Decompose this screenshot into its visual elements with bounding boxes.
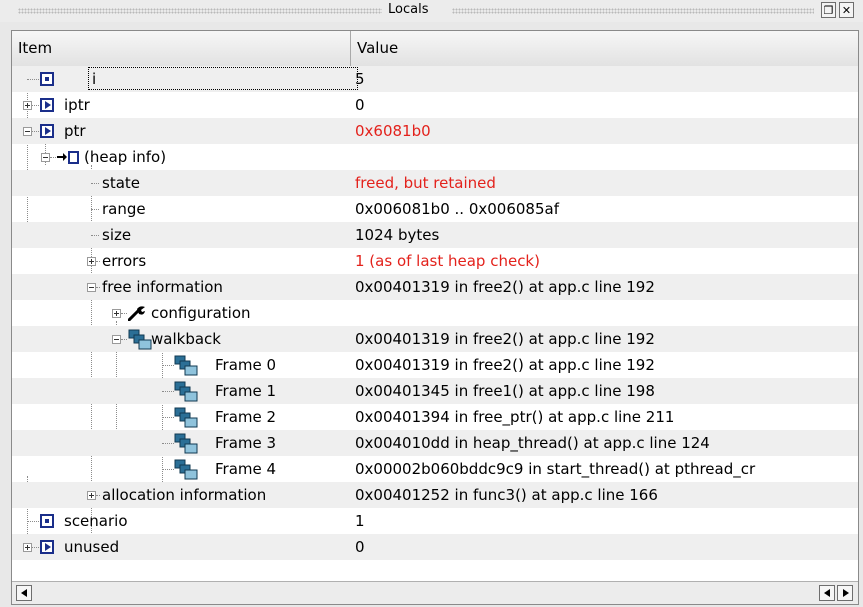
row-value: 1 bbox=[355, 512, 365, 530]
pointer-icon bbox=[40, 98, 54, 112]
tree-row-errors[interactable]: errors 1 (as of last heap check) bbox=[12, 248, 858, 274]
variable-icon bbox=[40, 72, 54, 86]
row-value: 0x00401319 in free2() at app.c line 192 bbox=[355, 330, 655, 348]
tree-row-frame-3[interactable]: Frame 3 0x004010dd in heap_thread() at a… bbox=[12, 430, 858, 456]
tree-row-frame-2[interactable]: Frame 2 0x00401394 in free_ptr() at app.… bbox=[12, 404, 858, 430]
tree-row-frame-1[interactable]: Frame 1 0x00401345 in free1() at app.c l… bbox=[12, 378, 858, 404]
row-label: walkback bbox=[151, 330, 221, 348]
variable-icon bbox=[40, 514, 54, 528]
tree-row-ptr[interactable]: ptr 0x6081b0 bbox=[12, 118, 858, 144]
horizontal-scrollbar[interactable] bbox=[12, 581, 858, 604]
tree-row-configuration[interactable]: configuration bbox=[12, 300, 858, 326]
expand-icon[interactable] bbox=[23, 543, 32, 552]
row-value: 0x00401319 in free2() at app.c line 192 bbox=[355, 356, 655, 374]
tree-row-walkback[interactable]: walkback 0x00401319 in free2() at app.c … bbox=[12, 326, 858, 352]
collapse-icon[interactable] bbox=[41, 153, 50, 162]
column-header: Item Value bbox=[12, 31, 858, 67]
collapse-icon[interactable] bbox=[87, 283, 96, 292]
row-value: freed, but retained bbox=[355, 174, 496, 192]
title-grip-right bbox=[452, 8, 814, 14]
tree-row-free-information[interactable]: free information 0x00401319 in free2() a… bbox=[12, 274, 858, 300]
row-label: size bbox=[102, 226, 132, 244]
row-label: Frame 3 bbox=[215, 434, 277, 452]
title-grip-left bbox=[18, 8, 382, 14]
focus-rect bbox=[88, 67, 358, 90]
scroll-right-icon[interactable] bbox=[837, 585, 853, 601]
float-button[interactable]: ❐ bbox=[821, 2, 836, 18]
pointer-icon bbox=[40, 124, 54, 138]
row-label: scenario bbox=[64, 512, 128, 530]
row-label: range bbox=[102, 200, 146, 218]
tree-row-range[interactable]: range 0x006081b0 .. 0x006085af bbox=[12, 196, 858, 222]
column-header-item[interactable]: Item bbox=[12, 31, 350, 66]
row-label: configuration bbox=[151, 304, 251, 322]
row-value: 0x006081b0 .. 0x006085af bbox=[355, 200, 559, 218]
row-label: allocation information bbox=[102, 486, 267, 504]
row-label: iptr bbox=[64, 96, 90, 114]
expand-icon[interactable] bbox=[23, 101, 32, 110]
pointer-icon bbox=[40, 540, 54, 554]
row-value: 0x6081b0 bbox=[355, 122, 431, 140]
row-label: Frame 4 bbox=[215, 460, 277, 478]
wrench-icon bbox=[127, 305, 146, 322]
tree-row-scenario[interactable]: scenario 1 bbox=[12, 508, 858, 534]
row-value: 1024 bytes bbox=[355, 226, 440, 244]
tree-row-unused[interactable]: unused 0 bbox=[12, 534, 858, 560]
locals-tree-view[interactable]: Item Value i 5 iptr 0 ptr 0x6081b0 (heap… bbox=[11, 30, 859, 605]
row-label: Frame 0 bbox=[215, 356, 277, 374]
tree-row-iptr[interactable]: iptr 0 bbox=[12, 92, 858, 118]
row-value: 0x00401394 in free_ptr() at app.c line 2… bbox=[355, 408, 675, 426]
row-label: free information bbox=[102, 278, 223, 296]
row-value: 0x00401252 in func3() at app.c line 166 bbox=[355, 486, 658, 504]
locals-title-bar[interactable]: Locals ❐ ✕ bbox=[0, 0, 863, 22]
row-label: (heap info) bbox=[84, 148, 167, 166]
tree-row-i[interactable]: i 5 bbox=[12, 66, 858, 92]
row-value: 0 bbox=[355, 96, 365, 114]
row-value: 5 bbox=[355, 70, 365, 88]
collapse-icon[interactable] bbox=[112, 335, 121, 344]
row-value: 0x00401319 in free2() at app.c line 192 bbox=[355, 278, 655, 296]
tree-row-size[interactable]: size 1024 bytes bbox=[12, 222, 858, 248]
row-label: Frame 2 bbox=[215, 408, 277, 426]
scroll-left-icon[interactable] bbox=[16, 585, 32, 601]
tree-row-frame-4[interactable]: Frame 4 0x00002b060bddc9c9 in start_thre… bbox=[12, 456, 858, 482]
scroll-left-icon[interactable] bbox=[819, 585, 835, 601]
tree-row-state[interactable]: state freed, but retained bbox=[12, 170, 858, 196]
column-header-value[interactable]: Value bbox=[351, 31, 858, 66]
row-label: unused bbox=[64, 538, 120, 556]
row-value: 0x004010dd in heap_thread() at app.c lin… bbox=[355, 434, 710, 452]
row-value: 0x00002b060bddc9c9 in start_thread() at … bbox=[355, 460, 756, 478]
tree-row-heap-info[interactable]: (heap info) bbox=[12, 144, 858, 170]
row-label: ptr bbox=[64, 122, 86, 140]
tree-row-frame-0[interactable]: Frame 0 0x00401319 in free2() at app.c l… bbox=[12, 352, 858, 378]
row-value: 1 (as of last heap check) bbox=[355, 252, 540, 270]
expand-icon[interactable] bbox=[87, 491, 96, 500]
row-label: state bbox=[102, 174, 140, 192]
collapse-icon[interactable] bbox=[23, 127, 32, 136]
close-button[interactable]: ✕ bbox=[839, 2, 854, 18]
expand-icon[interactable] bbox=[112, 309, 121, 318]
heap-info-icon bbox=[57, 150, 81, 164]
row-value: 0 bbox=[355, 538, 365, 556]
row-value: 0x00401345 in free1() at app.c line 198 bbox=[355, 382, 655, 400]
row-label: errors bbox=[102, 252, 147, 270]
window-title: Locals bbox=[388, 2, 429, 17]
expand-icon[interactable] bbox=[87, 257, 96, 266]
tree-row-allocation-information[interactable]: allocation information 0x00401252 in fun… bbox=[12, 482, 858, 508]
row-label: Frame 1 bbox=[215, 382, 277, 400]
